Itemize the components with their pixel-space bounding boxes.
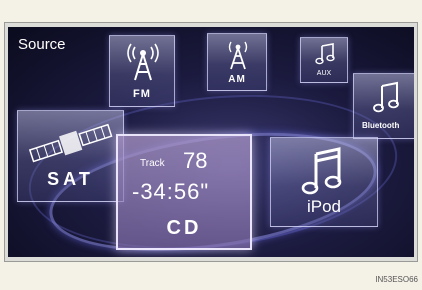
source-button-cd[interactable]: Track 78 -34:56" CD [116, 134, 252, 250]
antenna-icon [228, 41, 248, 70]
source-label-ipod: iPod [306, 197, 342, 216]
antenna-icon [127, 43, 159, 81]
source-label-aux: AUX [316, 70, 332, 77]
source-label-bluetooth: Bluetooth [362, 121, 400, 130]
source-button-bluetooth[interactable]: Bluetooth [353, 73, 414, 139]
source-label-fm: FM [133, 88, 151, 100]
track-number: 78 [183, 148, 208, 173]
source-button-sat[interactable]: SAT [17, 110, 124, 202]
source-label-am: AM [228, 74, 246, 85]
track-label: Track [140, 158, 165, 169]
figure-code: IN53ESO66 [375, 275, 418, 284]
source-button-fm[interactable]: FM [109, 35, 175, 107]
music-note-icon [315, 43, 335, 65]
satellite-icon [28, 123, 113, 163]
source-button-ipod[interactable]: iPod [270, 137, 378, 227]
music-note-icon [373, 81, 399, 113]
source-label-cd: CD [166, 217, 202, 239]
source-button-aux[interactable]: AUX [300, 37, 348, 83]
source-label-sat: SAT [47, 169, 94, 189]
source-screen: Source FM AM AUX Bluetooth SAT iPod Trac… [8, 27, 414, 257]
screen-title: Source [18, 36, 66, 53]
playback-time: -34:56" [132, 179, 210, 204]
source-button-am[interactable]: AM [207, 33, 267, 91]
music-note-icon [301, 147, 342, 195]
